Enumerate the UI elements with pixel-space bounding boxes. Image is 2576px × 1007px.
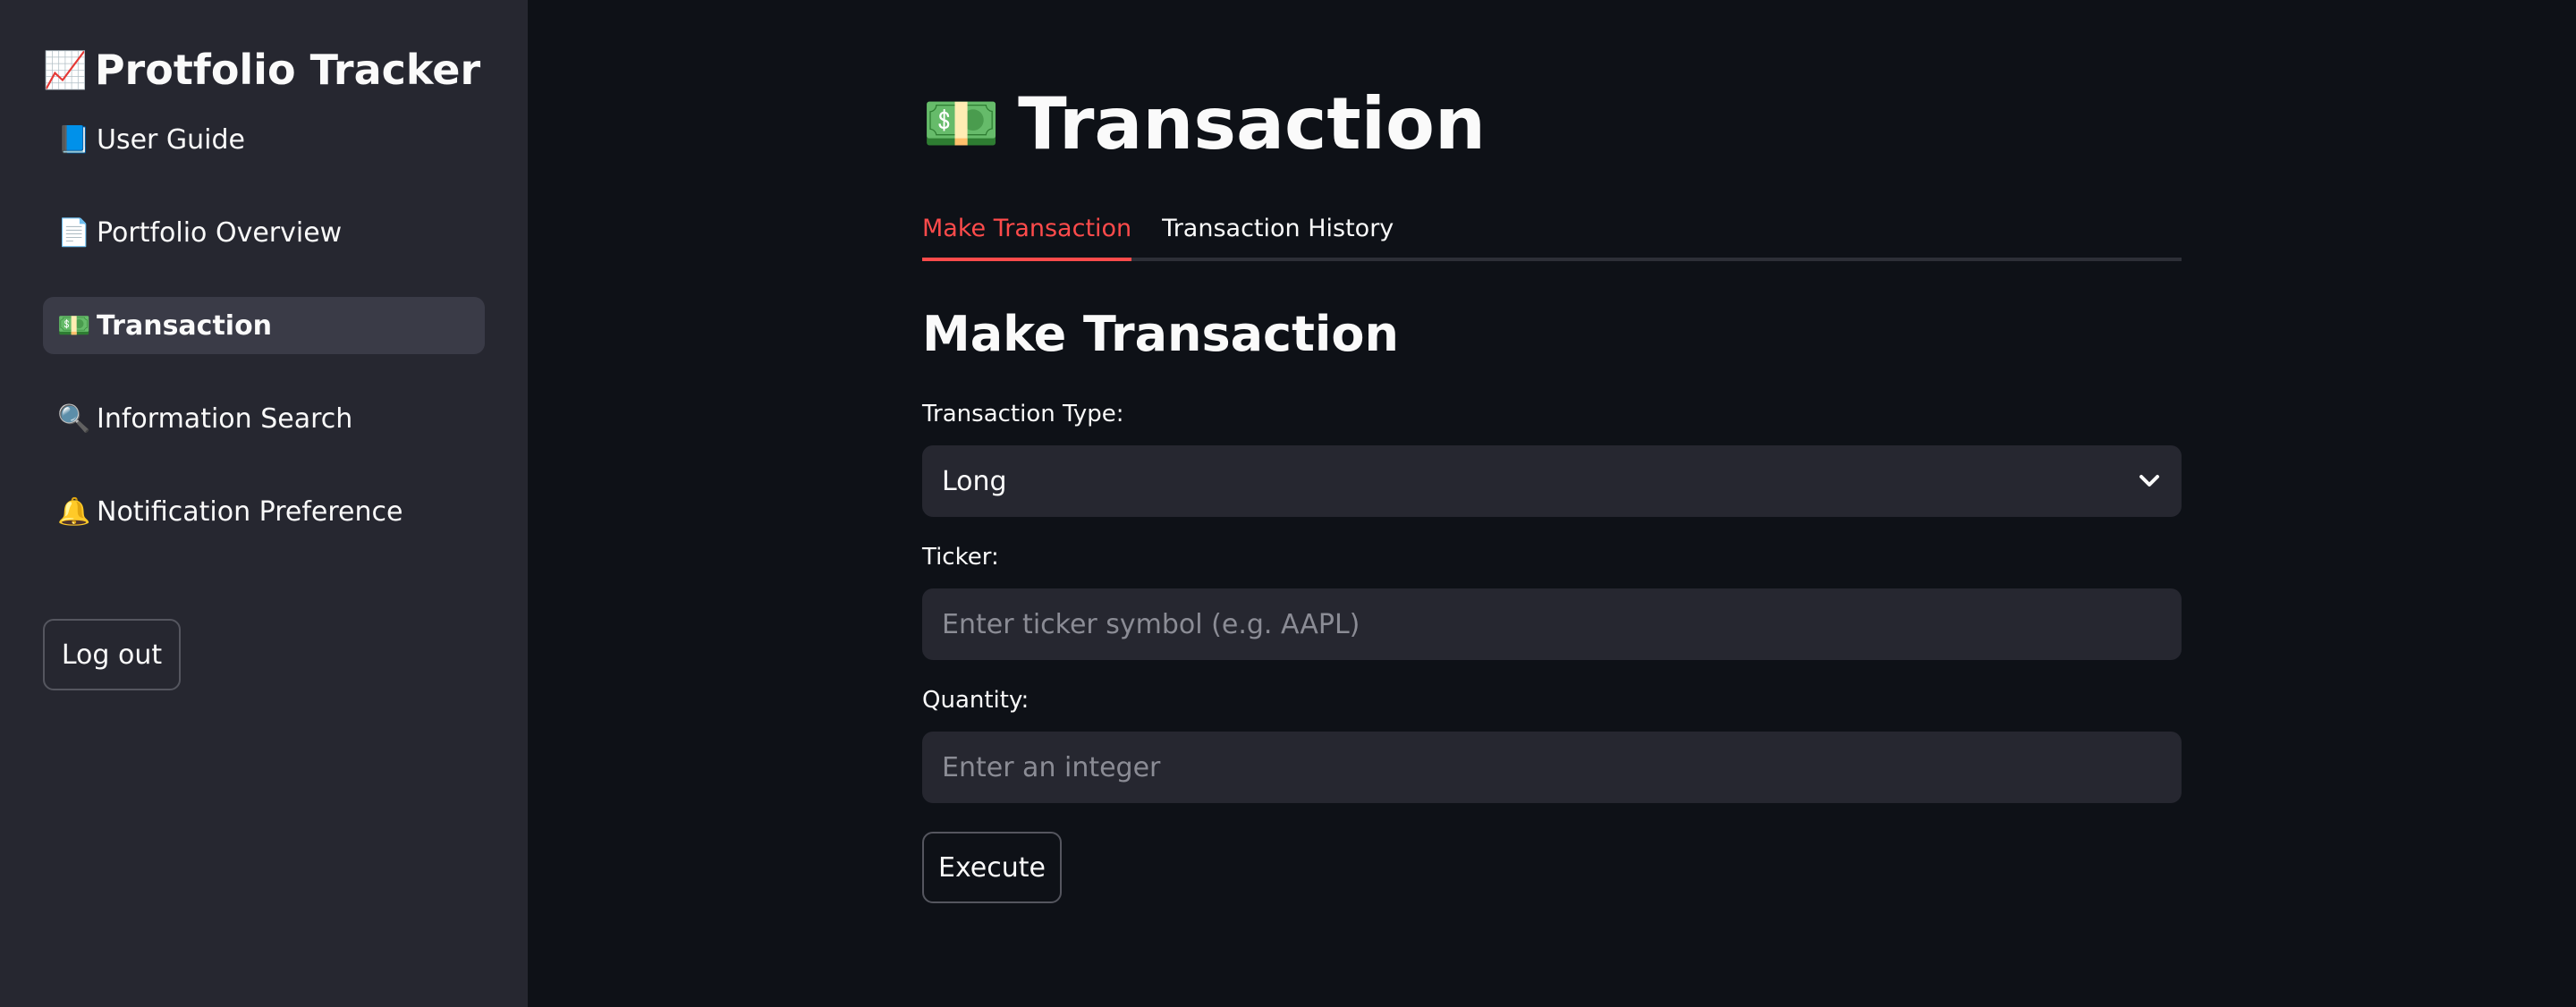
section-title: Make Transaction bbox=[922, 306, 1399, 362]
page-title: 💵 Transaction bbox=[922, 79, 2182, 168]
tab-make-transaction[interactable]: Make Transaction bbox=[922, 206, 1132, 261]
tab-bar: Make Transaction Transaction History bbox=[922, 206, 2182, 261]
page-title-text: Transaction bbox=[1018, 81, 1486, 165]
app-title: 📈 Protfolio Tracker bbox=[43, 45, 485, 95]
sidebar-item-label: Information Search bbox=[97, 402, 353, 435]
magnifier-icon: 🔍 bbox=[57, 402, 91, 435]
dollar-banknote-icon: 💵 bbox=[922, 86, 1001, 160]
book-icon: 📘 bbox=[57, 123, 91, 156]
chart-increasing-icon: 📈 bbox=[43, 49, 88, 91]
transaction-type-value: Long bbox=[942, 465, 1007, 497]
main-area: 💵 Transaction Make Transaction Transacti… bbox=[528, 0, 2576, 1007]
ticker-input[interactable] bbox=[922, 588, 2182, 660]
sidebar-item-label: Notification Preference bbox=[97, 495, 403, 528]
sidebar-item-information-search[interactable]: 🔍 Information Search bbox=[43, 390, 485, 447]
sidebar-item-notification-preference[interactable]: 🔔 Notification Preference bbox=[43, 483, 485, 540]
transaction-type-label: Transaction Type: bbox=[922, 401, 1124, 427]
main-content: 💵 Transaction Make Transaction Transacti… bbox=[922, 0, 2182, 903]
execute-button[interactable]: Execute bbox=[922, 832, 1062, 903]
ticker-label: Ticker: bbox=[922, 544, 999, 571]
chevron-down-icon bbox=[2140, 475, 2159, 487]
dollar-banknote-icon: 💵 bbox=[57, 309, 91, 342]
tab-transaction-history[interactable]: Transaction History bbox=[1162, 206, 1394, 258]
page-icon: 📄 bbox=[57, 216, 91, 249]
sidebar-item-portfolio-overview[interactable]: 📄 Portfolio Overview bbox=[43, 204, 485, 261]
quantity-label: Quantity: bbox=[922, 687, 1030, 714]
quantity-input[interactable] bbox=[922, 732, 2182, 803]
sidebar-item-label: Transaction bbox=[97, 309, 273, 342]
sidebar-item-label: User Guide bbox=[97, 123, 246, 156]
sidebar-nav: 📘 User Guide 📄 Portfolio Overview 💵 Tran… bbox=[43, 111, 485, 540]
sidebar-item-user-guide[interactable]: 📘 User Guide bbox=[43, 111, 485, 168]
sidebar-item-label: Portfolio Overview bbox=[97, 216, 343, 249]
bell-icon: 🔔 bbox=[57, 495, 91, 528]
sidebar: 📈 Protfolio Tracker 📘 User Guide 📄 Portf… bbox=[0, 0, 528, 1007]
sidebar-item-transaction[interactable]: 💵 Transaction bbox=[43, 297, 485, 354]
transaction-type-select[interactable]: Long bbox=[922, 445, 2182, 517]
app-root: 📈 Protfolio Tracker 📘 User Guide 📄 Portf… bbox=[0, 0, 2576, 1007]
logout-button[interactable]: Log out bbox=[43, 619, 181, 690]
app-title-text: Protfolio Tracker bbox=[94, 46, 481, 94]
